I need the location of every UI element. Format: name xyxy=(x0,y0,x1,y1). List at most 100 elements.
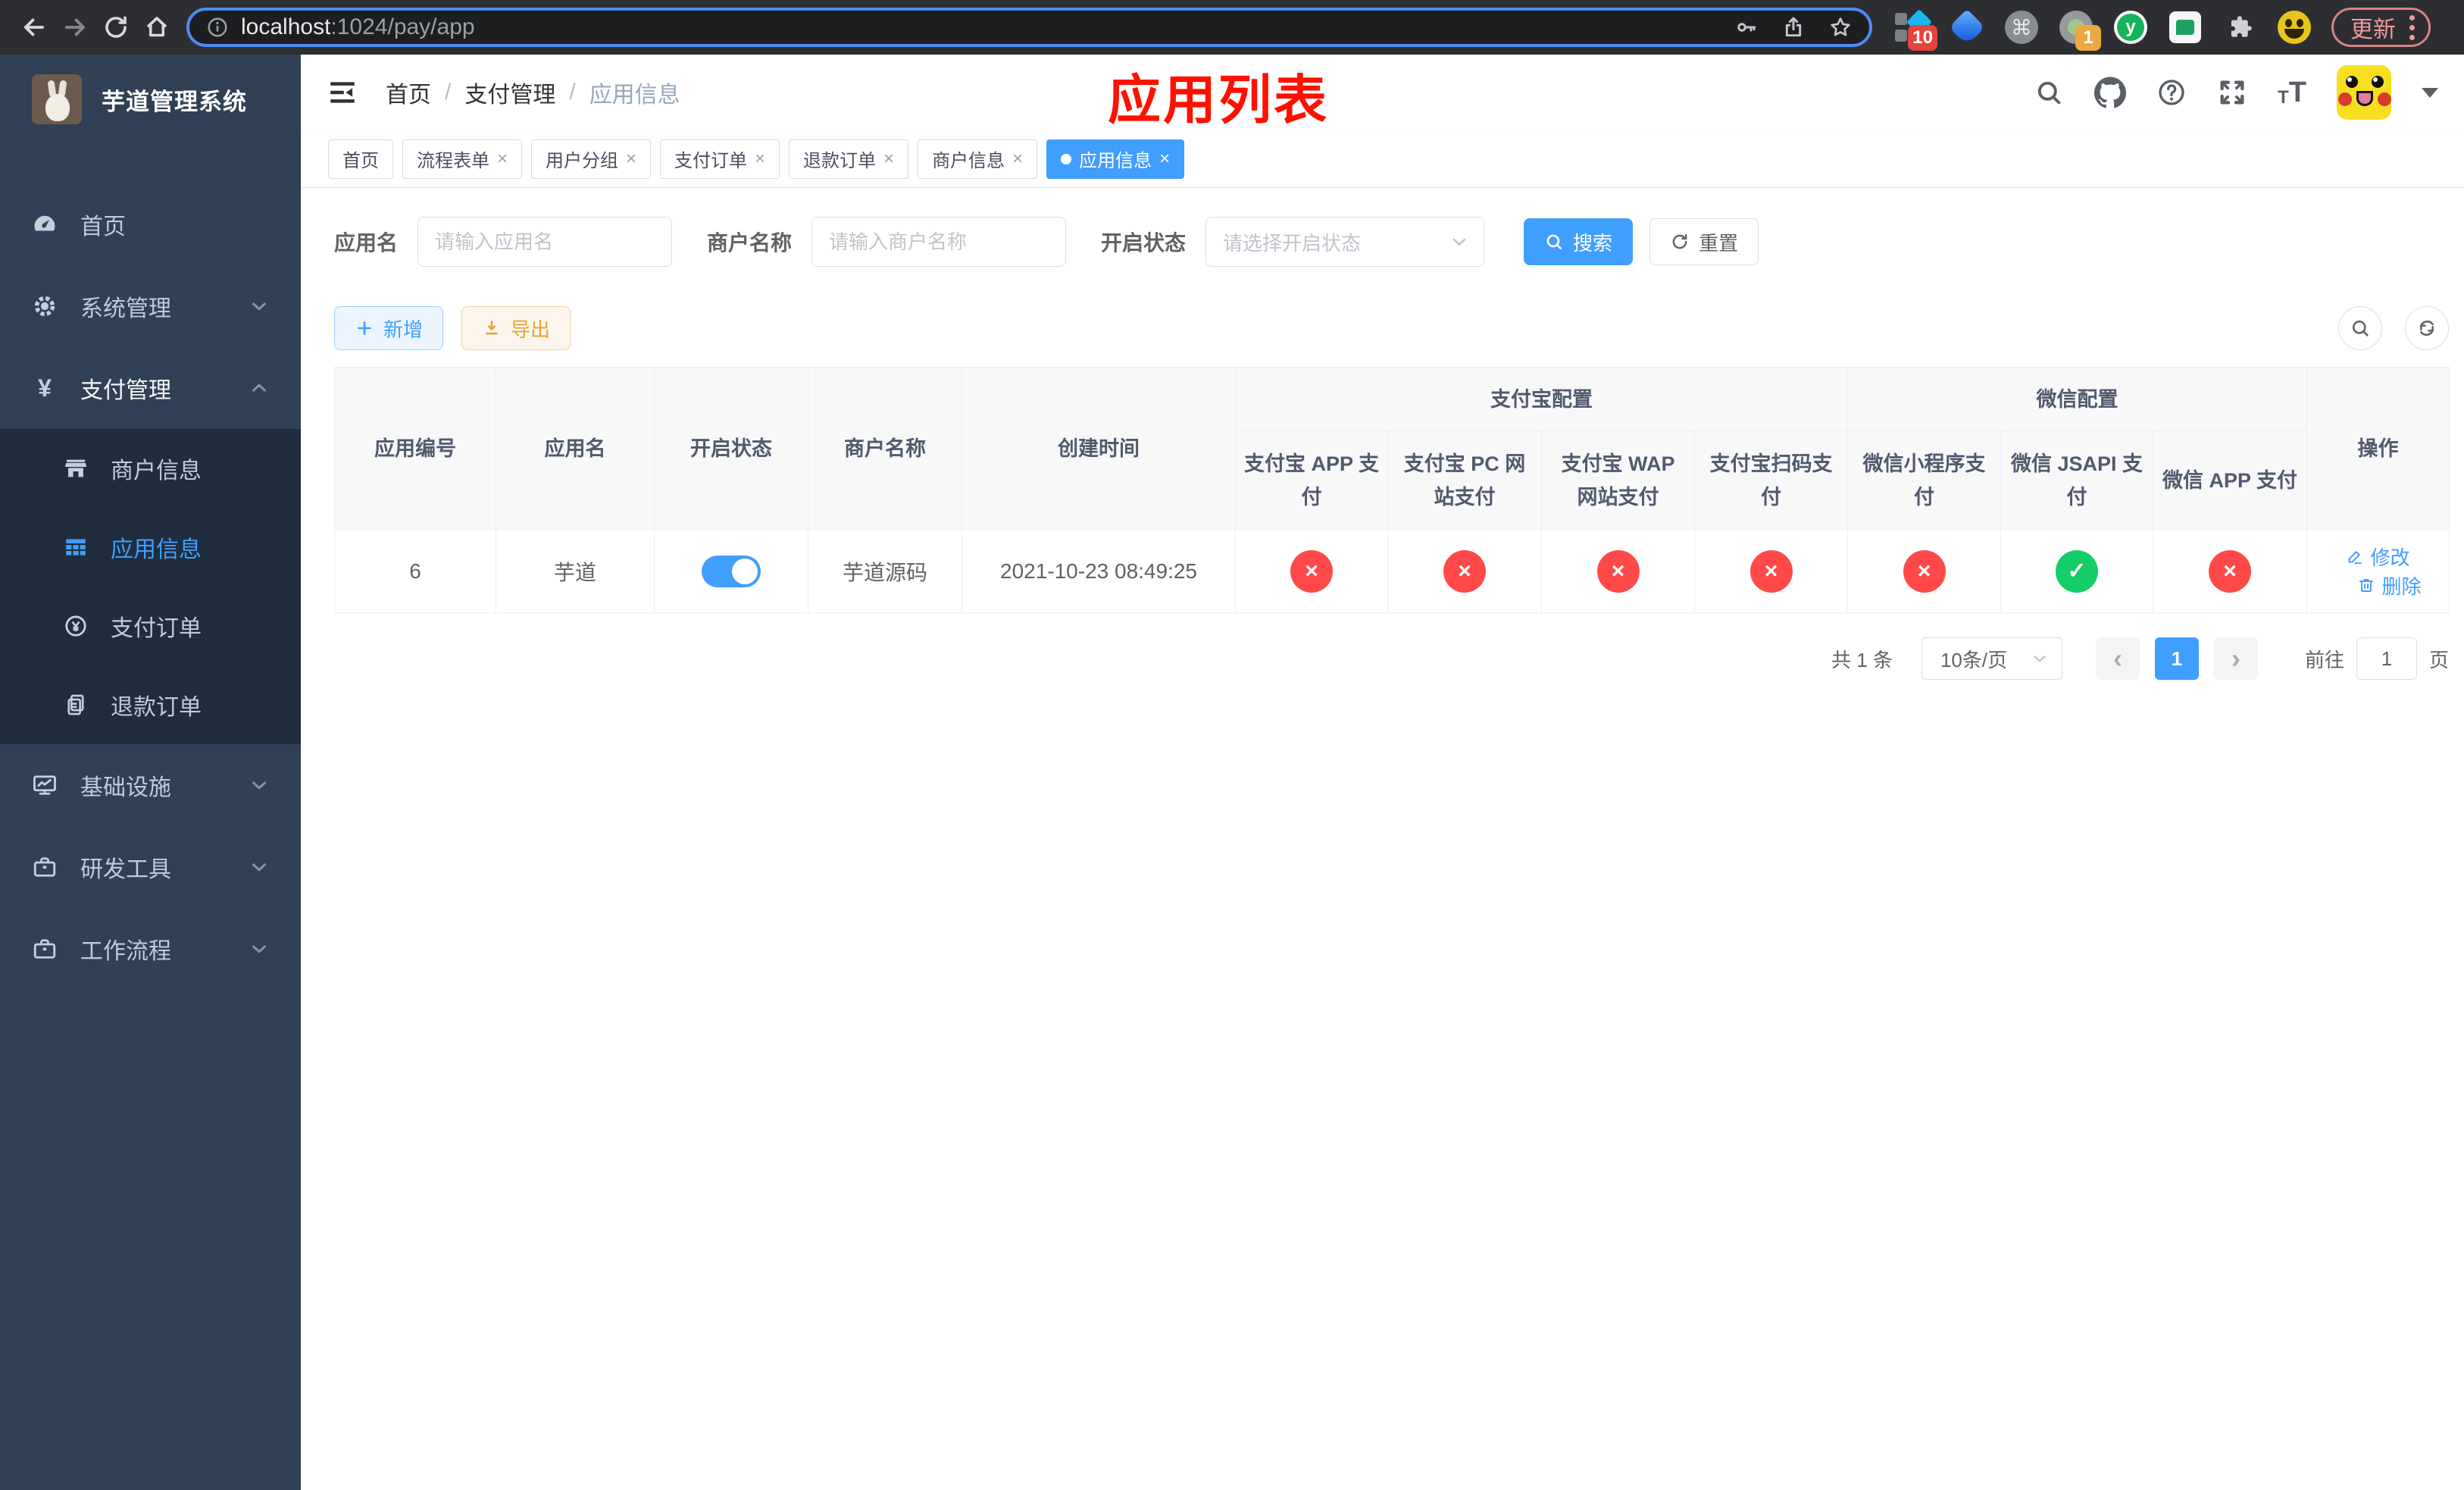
status-circle: × xyxy=(1290,549,1333,593)
sidebar-item-home[interactable]: 首页 xyxy=(0,183,301,265)
tab-process-form[interactable]: 流程表单 × xyxy=(402,139,523,179)
sidebar-item-pay[interactable]: ¥ 支付管理 xyxy=(0,347,301,429)
close-icon[interactable]: × xyxy=(497,149,508,168)
extensions-puzzle-icon[interactable] xyxy=(2222,10,2257,45)
sidebar-item-infra[interactable]: 基础设施 xyxy=(0,744,301,826)
sidebar-item-pay-order[interactable]: 支付订单 xyxy=(0,587,301,665)
app-title: 芋道管理系统 xyxy=(102,88,247,115)
sidebar-submenu-pay: 商户信息 应用信息 支付订单 退款订单 xyxy=(0,429,301,744)
sidebar-item-dev-tools[interactable]: 研发工具 xyxy=(0,826,301,908)
browser-reload-button[interactable] xyxy=(95,7,136,48)
browser-menu-kebab-icon[interactable] xyxy=(2409,14,2415,40)
close-icon[interactable]: × xyxy=(755,149,765,168)
goto-page-input[interactable] xyxy=(2356,637,2417,680)
merchant-name-input[interactable] xyxy=(811,217,1067,267)
share-icon[interactable] xyxy=(1781,15,1806,39)
cell-alipay-wap: × xyxy=(1541,529,1695,613)
page-number-button[interactable]: 1 xyxy=(2154,637,2199,680)
sidebar-item-label: 研发工具 xyxy=(80,857,171,882)
app-name-input[interactable] xyxy=(417,217,673,267)
breadcrumb-pay[interactable]: 支付管理 xyxy=(464,76,555,109)
browser-back-button[interactable] xyxy=(14,7,55,48)
status-circle: × xyxy=(1750,549,1793,593)
sidebar-item-system[interactable]: 系统管理 xyxy=(0,265,301,347)
add-button[interactable]: 新增 xyxy=(334,306,444,350)
extension-gem-icon[interactable] xyxy=(1948,8,1986,46)
fullscreen-icon[interactable] xyxy=(2217,77,2247,108)
tab-user-group[interactable]: 用户分组 × xyxy=(531,139,652,179)
prev-page-button[interactable]: ‹ xyxy=(2095,637,2140,680)
extension-smiley-icon[interactable] xyxy=(2277,10,2312,45)
browser-home-button[interactable] xyxy=(136,7,177,48)
password-key-icon[interactable] xyxy=(1734,15,1759,39)
close-icon[interactable]: × xyxy=(1159,149,1170,168)
trash-icon xyxy=(2359,579,2374,592)
sidebar-item-label: 应用信息 xyxy=(111,537,202,562)
tab-home[interactable]: 首页 xyxy=(328,139,393,179)
status-select[interactable]: 请选择开启状态 xyxy=(1205,217,1485,267)
next-page-button[interactable]: › xyxy=(2213,637,2258,680)
col-header-status: 开启状态 xyxy=(654,367,808,530)
annotation-title: 应用列表 xyxy=(1108,70,1329,130)
sidebar-item-workflow[interactable]: 工作流程 xyxy=(0,908,301,990)
delete-link[interactable]: 删除 xyxy=(2357,571,2422,599)
extension-badge: 1 xyxy=(2075,25,2101,51)
help-icon[interactable] xyxy=(2156,77,2187,108)
extension-chat-icon[interactable] xyxy=(2168,10,2203,45)
url-host: localhost xyxy=(241,14,331,39)
tab-refund-order[interactable]: 退款订单 × xyxy=(789,139,909,179)
bookmark-star-icon[interactable] xyxy=(1828,15,1853,39)
header-search-icon[interactable] xyxy=(2034,77,2064,108)
gear-icon xyxy=(30,293,59,320)
col-header-id: 应用编号 xyxy=(334,367,496,530)
enabled-switch[interactable] xyxy=(702,555,761,587)
close-icon[interactable]: × xyxy=(626,149,636,168)
export-button[interactable]: 导出 xyxy=(461,306,571,350)
avatar-caret-icon[interactable] xyxy=(2422,87,2438,98)
col-header-alipay-wap: 支付宝 WAP 网站支付 xyxy=(1541,430,1695,530)
tab-merchant-info[interactable]: 商户信息 × xyxy=(918,139,1038,179)
sidebar-item-label: 工作流程 xyxy=(80,939,171,964)
sidebar-item-app-info[interactable]: 应用信息 xyxy=(0,508,301,587)
tab-pay-order[interactable]: 支付订单 × xyxy=(660,139,780,179)
reset-button[interactable]: 重置 xyxy=(1649,218,1759,265)
breadcrumb-home[interactable]: 首页 xyxy=(386,76,431,109)
extension-diamond-icon[interactable]: 10 xyxy=(1895,9,1937,51)
github-icon[interactable] xyxy=(2094,77,2127,108)
status-circle: × xyxy=(1443,549,1486,593)
goto-label: 前往 xyxy=(2304,648,2344,671)
cell-wx-mini: × xyxy=(1847,529,2001,613)
font-size-icon[interactable]: TT xyxy=(2278,78,2306,107)
extension-recorder-icon[interactable]: 1 xyxy=(2059,10,2101,51)
app-logo xyxy=(32,74,82,124)
status-circle: × xyxy=(2209,549,2251,593)
user-avatar[interactable] xyxy=(2337,65,2391,120)
sidebar-collapse-icon[interactable] xyxy=(327,77,358,108)
sidebar-item-merchant-info[interactable]: 商户信息 xyxy=(0,429,301,508)
close-icon[interactable]: × xyxy=(1012,149,1023,168)
tab-app-info[interactable]: 应用信息 × xyxy=(1046,139,1185,179)
extension-yuque-icon[interactable]: y xyxy=(2113,10,2148,45)
col-header-alipay-pc: 支付宝 PC 网站支付 xyxy=(1387,430,1542,530)
close-icon[interactable]: × xyxy=(883,149,894,168)
tags-view-bar: 首页 流程表单 × 用户分组 × 支付订单 × 退款订单 × 商户信息 × 应用信息 × xyxy=(301,130,2464,188)
browser-forward-button[interactable] xyxy=(55,7,95,48)
edit-pencil-icon xyxy=(2349,550,2362,564)
page-size-select[interactable]: 10条/页 xyxy=(1921,637,2062,680)
search-button[interactable]: 搜索 xyxy=(1524,218,1634,265)
url-text[interactable]: localhost:1024/pay/app xyxy=(241,14,1734,40)
show-search-toggle-button[interactable] xyxy=(2338,306,2382,350)
col-group-alipay: 支付宝配置 xyxy=(1235,367,1848,431)
table-grid-icon xyxy=(62,534,89,560)
address-bar[interactable]: localhost:1024/pay/app xyxy=(186,8,1872,47)
extension-command-icon[interactable]: ⌘ xyxy=(2004,10,2039,45)
refresh-table-button[interactable] xyxy=(2405,306,2449,350)
chevron-down-icon xyxy=(248,856,270,878)
dashboard-icon xyxy=(30,211,59,238)
col-header-name: 应用名 xyxy=(496,367,655,530)
goto-suffix: 页 xyxy=(2428,648,2449,671)
edit-link[interactable]: 修改 xyxy=(2346,543,2410,571)
sidebar-item-refund-order[interactable]: 退款订单 xyxy=(0,665,301,744)
site-info-icon[interactable] xyxy=(206,16,229,39)
browser-update-button[interactable]: 更新 xyxy=(2331,8,2431,47)
